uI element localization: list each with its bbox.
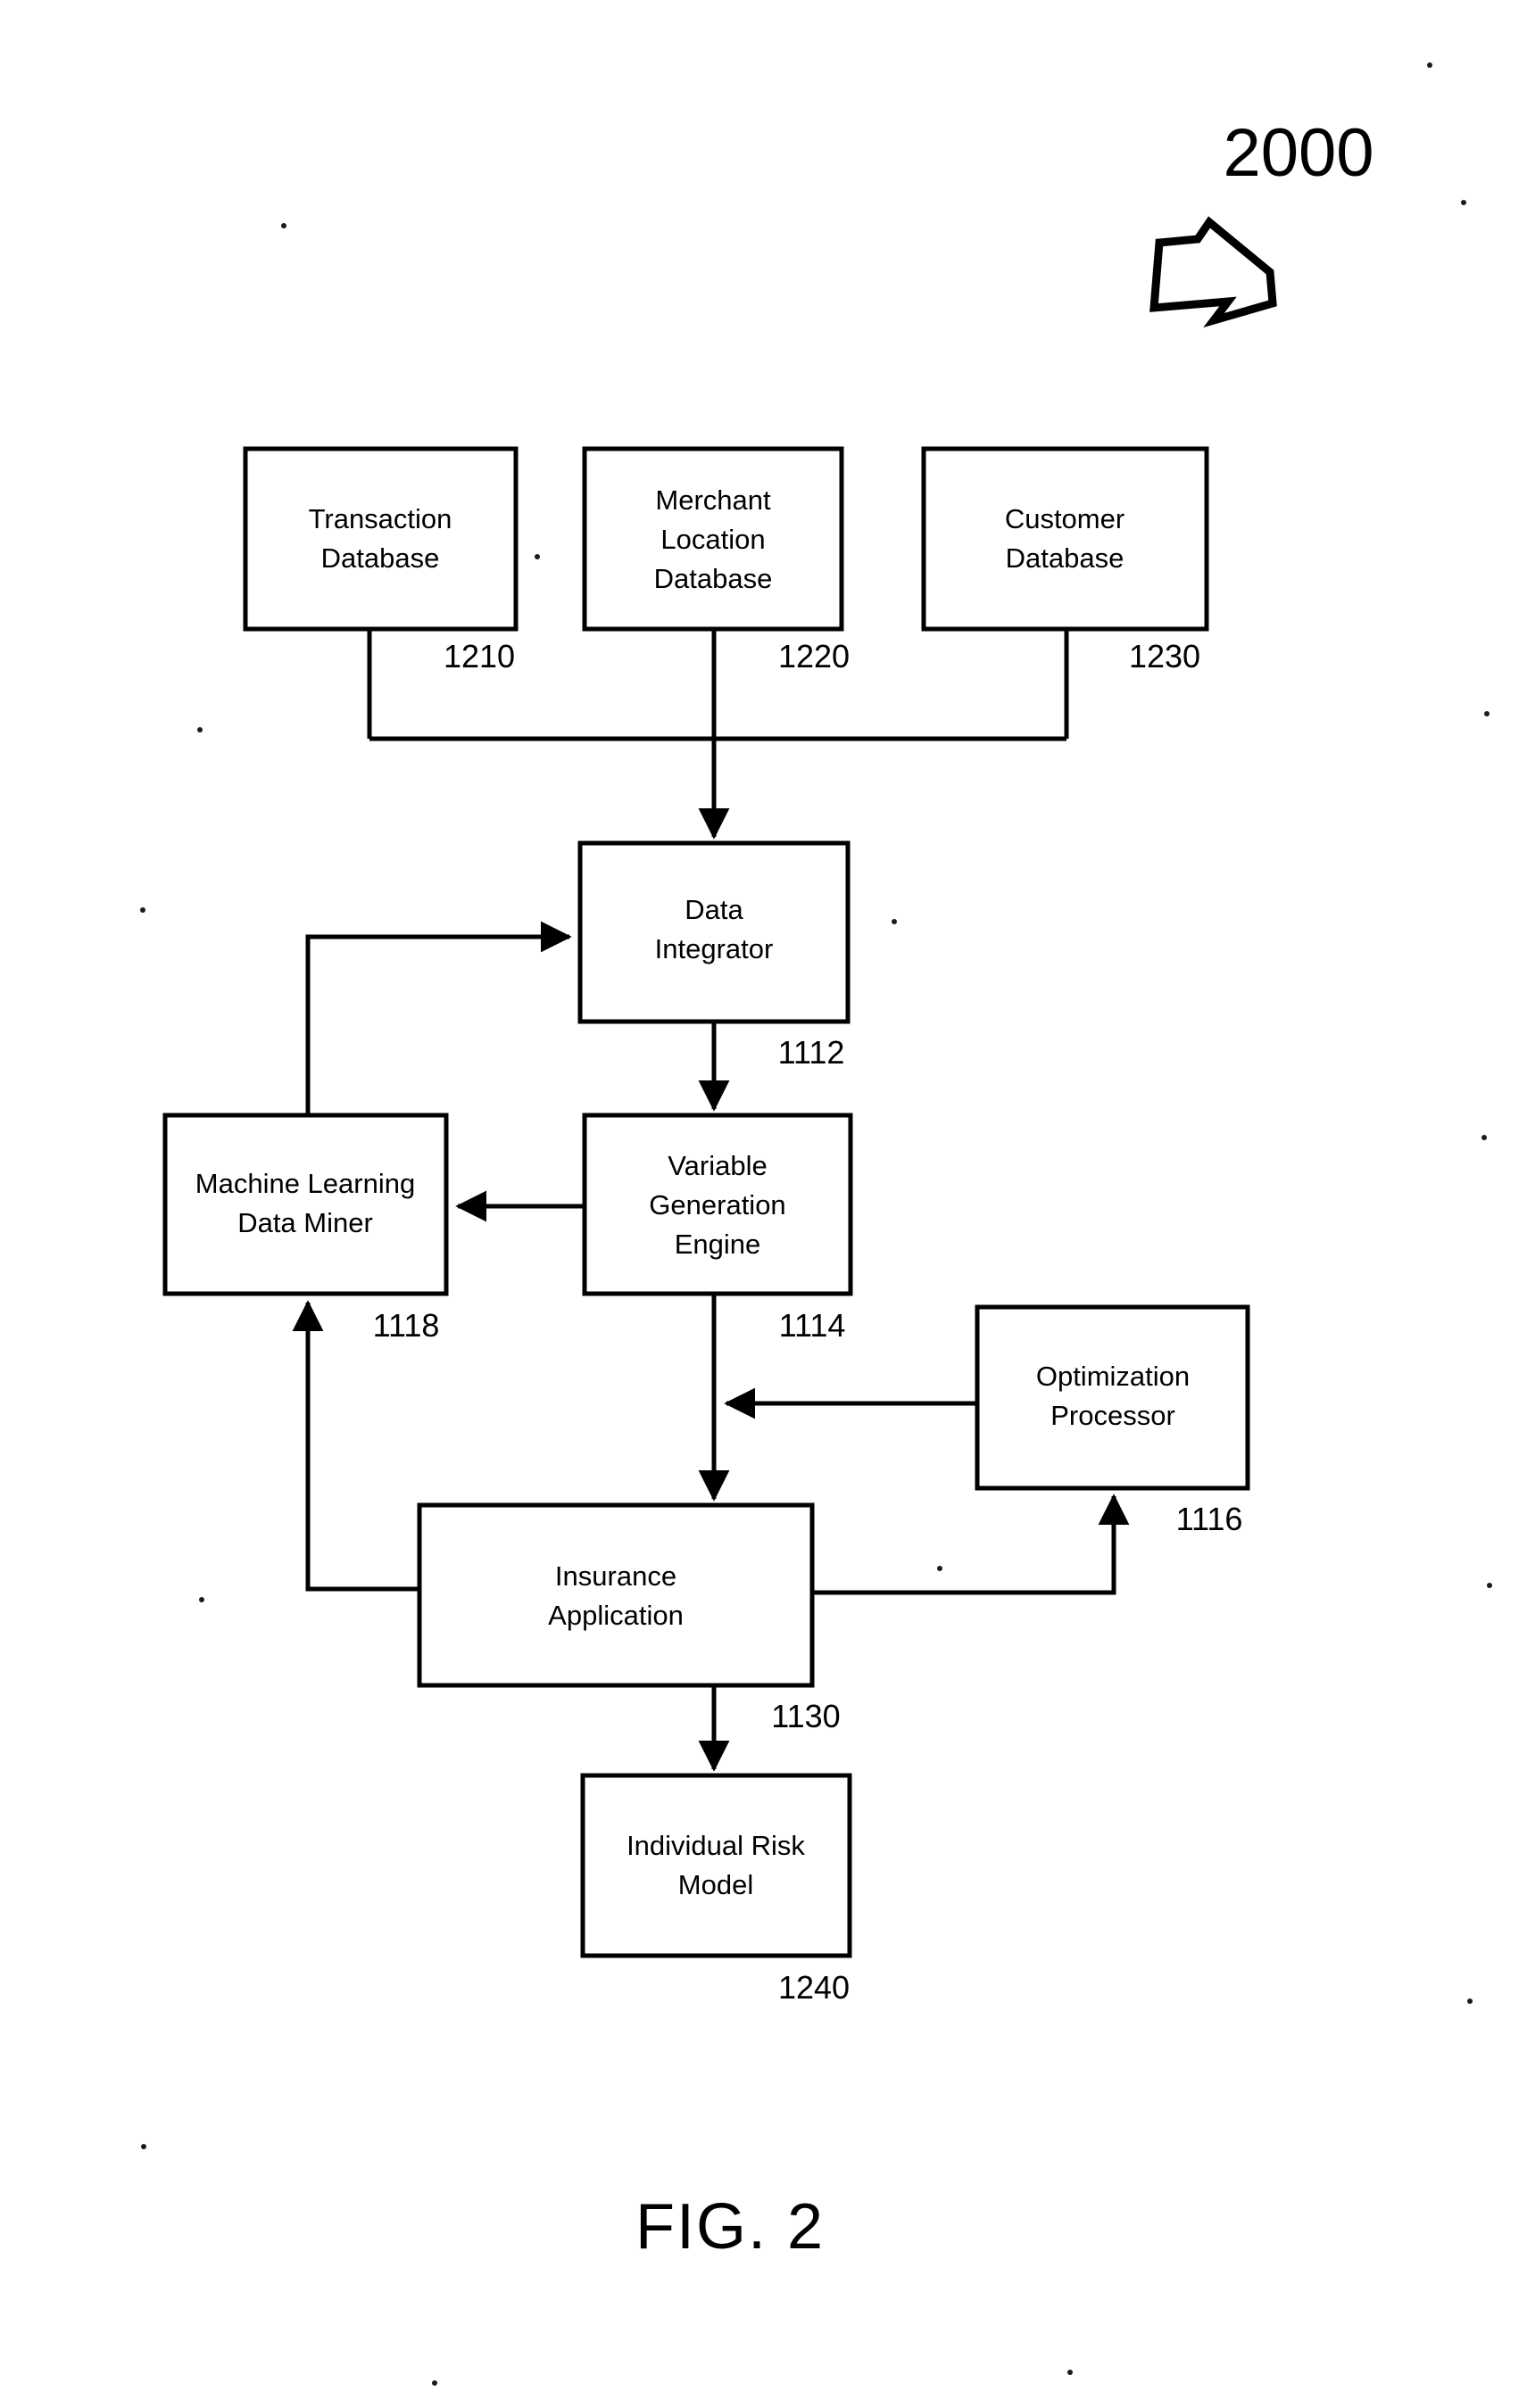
ref-number-transaction-database: 1210 [444, 638, 515, 674]
variable-generation-engine-label-line3: Engine [675, 1229, 761, 1260]
individual-risk-model-label-line2: Model [678, 1869, 753, 1900]
machine-learning-data-miner-label-line2: Data Miner [237, 1207, 373, 1238]
variable-generation-engine-box: Variable Generation Engine [582, 1113, 853, 1296]
data-integrator-label-line1: Data [685, 894, 743, 925]
optimization-processor-rect [975, 1304, 1250, 1491]
transaction-database-label-line2: Database [321, 542, 440, 574]
customer-database-label-line1: Customer [1005, 503, 1125, 534]
diagram-number: 2000 [1223, 115, 1373, 191]
transaction-database-label-line1: Transaction [309, 503, 452, 534]
merchant-location-database-label-line3: Database [654, 563, 773, 594]
customer-database-label-line2: Database [1006, 542, 1125, 574]
conn-data-miner-to-data-integrator [305, 921, 572, 1115]
figure-caption: FIG. 2 [635, 2191, 825, 2263]
individual-risk-model-rect [580, 1773, 852, 1958]
data-integrator-label-line2: Integrator [655, 933, 774, 964]
variable-generation-engine-label-line2: Generation [649, 1189, 785, 1221]
machine-learning-data-miner-box: Machine Learning Data Miner [162, 1113, 449, 1296]
conn-insurance-app-to-optimization-processor [812, 1494, 1130, 1595]
merchant-location-database-label-line2: Location [660, 524, 765, 555]
merchant-location-database-box: Merchant Location Database [582, 446, 844, 632]
machine-learning-data-miner-rect [162, 1113, 449, 1296]
individual-risk-model-box: Individual Risk Model [580, 1773, 852, 1958]
ref-number-optimization-processor: 1116 [1176, 1501, 1243, 1537]
insurance-application-rect [417, 1502, 815, 1688]
conn-insurance-app-to-data-miner [292, 1300, 419, 1592]
variable-generation-engine-label-line1: Variable [668, 1150, 767, 1181]
individual-risk-model-label-line1: Individual Risk [627, 1830, 805, 1861]
optimization-processor-label-line2: Processor [1050, 1400, 1175, 1431]
ref-number-customer-database: 1230 [1129, 638, 1200, 674]
data-integrator-box: Data Integrator [577, 840, 851, 1024]
customer-database-box: Customer Database [921, 446, 1209, 632]
ref-number-variable-generation-engine: 1114 [779, 1307, 846, 1344]
optimization-processor-label-line1: Optimization [1036, 1361, 1190, 1392]
optimization-processor-box: Optimization Processor [975, 1304, 1250, 1491]
patent-figure-page: 2000 Transaction Database 1210 Merchant … [0, 0, 1527, 2408]
machine-learning-data-miner-label-line1: Machine Learning [195, 1168, 415, 1199]
transaction-database-box: Transaction Database [243, 446, 519, 632]
block-arrow-down-left-icon [1149, 216, 1277, 328]
merchant-location-database-label-line1: Merchant [655, 484, 771, 516]
ref-number-insurance-application: 1130 [771, 1698, 840, 1734]
ref-number-merchant-location-database: 1220 [778, 638, 850, 674]
ref-number-machine-learning-data-miner: 1118 [373, 1307, 440, 1344]
data-integrator-rect [577, 840, 851, 1024]
insurance-application-label-line2: Application [548, 1600, 684, 1631]
insurance-application-label-line1: Insurance [555, 1560, 676, 1592]
system-block-diagram: 2000 Transaction Database 1210 Merchant … [140, 62, 1492, 2386]
transaction-database-rect [243, 446, 519, 632]
insurance-application-box: Insurance Application [417, 1502, 815, 1688]
customer-database-rect [921, 446, 1209, 632]
ref-number-individual-risk-model: 1240 [778, 1969, 850, 2006]
ref-number-data-integrator: 1112 [778, 1034, 845, 1071]
